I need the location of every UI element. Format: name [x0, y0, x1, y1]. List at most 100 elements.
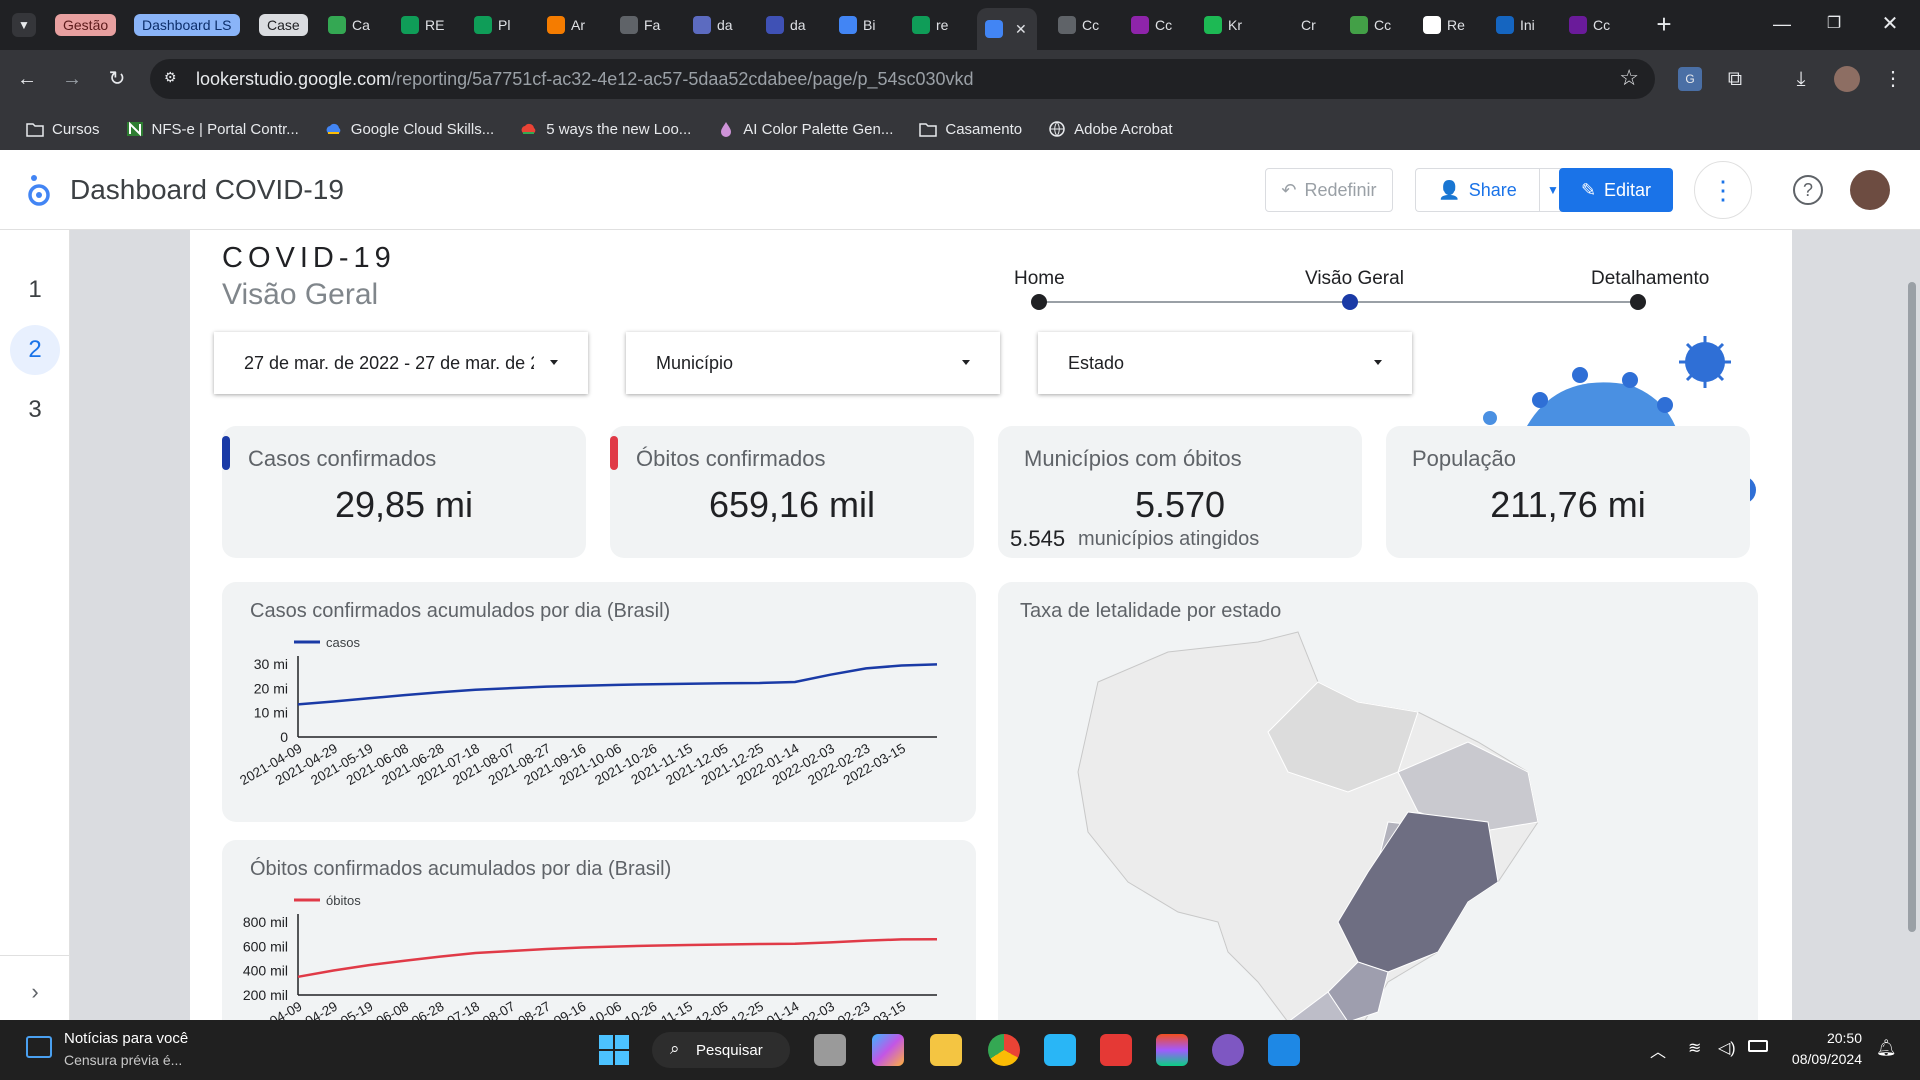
- browser-tab[interactable]: Pl: [466, 6, 526, 44]
- battery-icon[interactable]: [1748, 1040, 1768, 1052]
- browser-tab[interactable]: da: [685, 6, 745, 44]
- browser-tab[interactable]: Cc: [1123, 6, 1183, 44]
- tab-search-icon[interactable]: ▼: [12, 13, 36, 37]
- news-widget-icon[interactable]: [26, 1036, 52, 1058]
- browser-tab[interactable]: Cr: [1269, 6, 1329, 44]
- windows-taskbar: Notícias para você Censura prévia é... ⌕…: [0, 1020, 1920, 1080]
- download-icon[interactable]: ⤓: [1788, 66, 1814, 92]
- kpi-card-obitos: Óbitos confirmados 659,16 mil: [610, 426, 974, 558]
- vscode-icon[interactable]: [1268, 1034, 1300, 1066]
- new-tab-button[interactable]: +: [1652, 11, 1676, 37]
- acrobat-icon[interactable]: [1100, 1034, 1132, 1066]
- reload-icon[interactable]: ↻: [104, 66, 130, 92]
- browser-tab[interactable]: Re: [1415, 6, 1475, 44]
- wifi-icon[interactable]: ≋: [1688, 1038, 1701, 1058]
- help-icon[interactable]: ?: [1793, 175, 1823, 205]
- minimize-icon[interactable]: —: [1770, 12, 1794, 36]
- step-home-dot[interactable]: [1031, 294, 1047, 310]
- translate-extension-icon[interactable]: G: [1678, 67, 1702, 91]
- omnibox[interactable]: ⚙ lookerstudio.google.com/reporting/5a77…: [150, 59, 1655, 99]
- chevron-up-icon[interactable]: ︿: [1650, 1038, 1666, 1062]
- notification-bell-icon[interactable]: 🔔︎: [1876, 1038, 1896, 1058]
- tab-title: re: [936, 17, 949, 33]
- tab-group-dashboard-ls[interactable]: Dashboard LS: [134, 14, 240, 36]
- back-icon[interactable]: ←: [14, 66, 40, 92]
- browser-tab[interactable]: Cc: [1342, 6, 1402, 44]
- bookmark-star-icon[interactable]: ☆: [1619, 65, 1639, 91]
- copilot-icon[interactable]: [872, 1034, 904, 1066]
- tab-group-case[interactable]: Case: [259, 14, 308, 36]
- expand-nav-icon[interactable]: ›: [10, 967, 60, 1017]
- kpi-accent-bar: [610, 436, 618, 470]
- user-avatar[interactable]: [1850, 170, 1890, 210]
- report-title[interactable]: Dashboard COVID-19: [70, 174, 344, 206]
- clock-date[interactable]: 08/09/2024: [1782, 1051, 1862, 1067]
- browser-tab[interactable]: Ini: [1488, 6, 1548, 44]
- bookmark-ai-color[interactable]: AI Color Palette Gen...: [707, 121, 903, 138]
- browser-tab[interactable]: Kr: [1196, 6, 1256, 44]
- chrome-icon[interactable]: [988, 1034, 1020, 1066]
- browser-tab[interactable]: da: [758, 6, 818, 44]
- browser-tab[interactable]: Bi: [831, 6, 891, 44]
- github-desktop-icon[interactable]: [1212, 1034, 1244, 1066]
- windows-start-icon[interactable]: [598, 1034, 630, 1066]
- step-visao-geral-dot[interactable]: [1342, 294, 1358, 310]
- estado-filter[interactable]: Estado: [1038, 332, 1412, 394]
- site-info-icon[interactable]: ⚙: [164, 69, 182, 87]
- url-text[interactable]: lookerstudio.google.com/reporting/5a7751…: [196, 69, 974, 90]
- browser-tab[interactable]: re: [904, 6, 964, 44]
- news-title[interactable]: Notícias para você: [64, 1030, 188, 1047]
- bookmark-nfse[interactable]: NFS-e | Portal Contr...: [116, 121, 309, 138]
- bookmark-folder-cursos[interactable]: Cursos: [16, 121, 110, 138]
- dropdown-arrow-icon: [962, 360, 970, 365]
- close-window-icon[interactable]: ✕: [1878, 12, 1902, 36]
- browser-tab[interactable]: Ar: [539, 6, 599, 44]
- report-page: COVID-19 Visão Geral Home Visão Geral De…: [190, 230, 1792, 1020]
- news-subtitle[interactable]: Censura prévia é...: [64, 1052, 182, 1068]
- taskbar-search[interactable]: ⌕ Pesquisar: [652, 1032, 790, 1068]
- close-tab-icon[interactable]: ✕: [1015, 21, 1027, 38]
- browser-tab[interactable]: Cc: [1050, 6, 1110, 44]
- bookmark-adobe[interactable]: Adobe Acrobat: [1038, 121, 1182, 138]
- bookmark-google-cloud[interactable]: Google Cloud Skills...: [315, 121, 504, 138]
- browser-tab[interactable]: ✕: [977, 8, 1037, 50]
- line-chart-casos[interactable]: casos010 mi20 mi30 mi2021-04-092021-04-2…: [222, 622, 976, 822]
- bookmark-5-ways[interactable]: 5 ways the new Loo...: [510, 121, 701, 138]
- line-chart-obitos[interactable]: óbitos200 mil400 mil600 mil800 mil2021-0…: [222, 880, 976, 1020]
- more-options-button[interactable]: ⋮: [1694, 161, 1752, 219]
- tab-title: Ini: [1520, 17, 1535, 33]
- task-view-icon[interactable]: [814, 1034, 846, 1066]
- restore-icon[interactable]: ❐: [1822, 12, 1846, 36]
- page-scrollbar[interactable]: [1908, 282, 1916, 932]
- tab-favicon-icon: [1058, 16, 1076, 34]
- browser-tab[interactable]: Ca: [320, 6, 380, 44]
- step-detalhamento-label[interactable]: Detalhamento: [1591, 268, 1709, 290]
- step-visao-geral-label[interactable]: Visão Geral: [1305, 268, 1404, 290]
- municipio-filter[interactable]: Município: [626, 332, 1000, 394]
- page-3-link[interactable]: 3: [10, 385, 60, 435]
- volume-icon[interactable]: ◁): [1718, 1038, 1736, 1058]
- extensions-icon[interactable]: ⧉: [1722, 66, 1748, 92]
- browser-tab[interactable]: Cc: [1561, 6, 1621, 44]
- chrome-menu-icon[interactable]: ⋮: [1880, 66, 1906, 92]
- forward-icon[interactable]: →: [59, 66, 85, 92]
- page-2-link[interactable]: 2: [10, 325, 60, 375]
- brazil-map[interactable]: [998, 622, 1758, 1020]
- browser-tab[interactable]: RE: [393, 6, 453, 44]
- notepad-icon[interactable]: [1044, 1034, 1076, 1066]
- profile-avatar[interactable]: [1834, 66, 1860, 92]
- share-button[interactable]: 👤 Share: [1415, 168, 1539, 212]
- clock-time[interactable]: 20:50: [1782, 1030, 1862, 1046]
- figma-icon[interactable]: [1156, 1034, 1188, 1066]
- browser-tab[interactable]: Fa: [612, 6, 672, 44]
- file-explorer-icon[interactable]: [930, 1034, 962, 1066]
- date-range-filter[interactable]: 27 de mar. de 2022 - 27 de mar. de 2: [214, 332, 588, 394]
- edit-button[interactable]: ✎ Editar: [1559, 168, 1673, 212]
- step-home-label[interactable]: Home: [1014, 268, 1065, 290]
- step-detalhamento-dot[interactable]: [1630, 294, 1646, 310]
- page-1-link[interactable]: 1: [10, 265, 60, 315]
- tab-group-gestao[interactable]: Gestão: [55, 14, 117, 36]
- reset-button[interactable]: ↶ Redefinir: [1265, 168, 1393, 212]
- bookmark-folder-casamento[interactable]: Casamento: [909, 121, 1032, 138]
- kpi-label: População: [1412, 446, 1516, 471]
